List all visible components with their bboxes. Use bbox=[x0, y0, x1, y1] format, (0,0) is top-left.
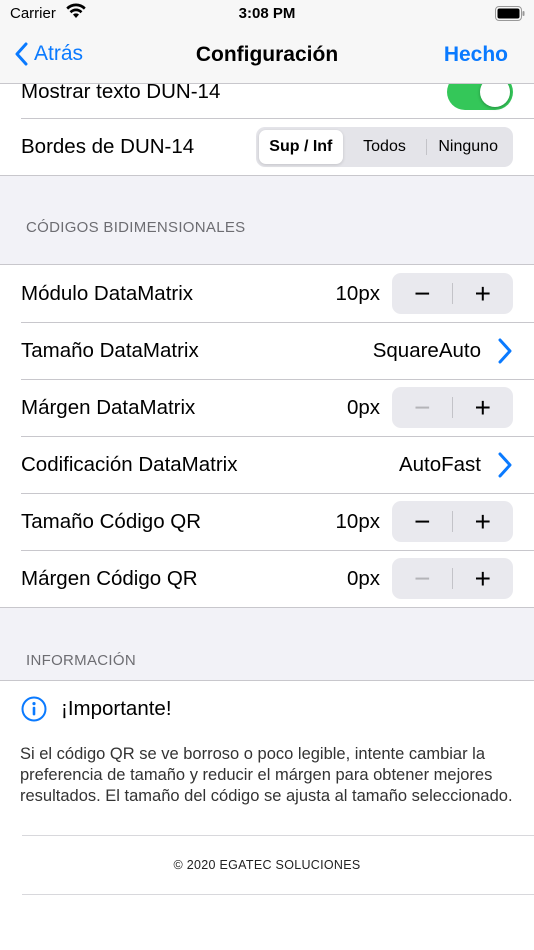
dm-module-stepper[interactable]: − + bbox=[392, 273, 513, 314]
increment-button[interactable]: + bbox=[453, 558, 514, 599]
increment-button[interactable]: + bbox=[453, 501, 514, 542]
qr-margin-stepper[interactable]: − + bbox=[392, 558, 513, 599]
decrement-button[interactable]: − bbox=[392, 273, 453, 314]
section-header-info: INFORMACIÓN bbox=[26, 652, 136, 669]
decrement-button[interactable]: − bbox=[392, 558, 453, 599]
battery-icon bbox=[495, 6, 525, 21]
dm-margin-value: 0px bbox=[346, 395, 380, 419]
stepper-divider bbox=[452, 568, 453, 589]
dm-module-row: Módulo DataMatrix 10px − + bbox=[0, 265, 534, 322]
navigation-bar: Atrás Configuración Hecho bbox=[0, 30, 534, 84]
dun14-borders-segmented-control[interactable]: Sup / Inf Todos Ninguno bbox=[256, 126, 513, 167]
dm-size-label: Tamaño DataMatrix bbox=[21, 338, 199, 362]
info-title: ¡Importante! bbox=[61, 696, 172, 720]
dm-encoding-row[interactable]: Codificación DataMatrix AutoFast bbox=[0, 436, 534, 493]
dm-module-value: 10px bbox=[335, 281, 380, 305]
qr-size-value: 10px bbox=[335, 509, 380, 533]
segment-sup-inf[interactable]: Sup / Inf bbox=[259, 129, 343, 164]
status-time: 3:08 PM bbox=[238, 5, 296, 22]
dm-margin-stepper[interactable]: − + bbox=[392, 387, 513, 428]
increment-button[interactable]: + bbox=[453, 273, 514, 314]
dm-module-label: Módulo DataMatrix bbox=[21, 281, 194, 305]
info-group: ¡Importante! Si el código QR se ve borro… bbox=[0, 680, 534, 950]
show-dun14-text-row: Mostrar texto DUN-14 bbox=[0, 84, 534, 118]
decrement-button[interactable]: − bbox=[392, 501, 453, 542]
qr-margin-value: 0px bbox=[346, 566, 380, 590]
qr-size-label: Tamaño Código QR bbox=[21, 509, 202, 533]
copyright-footer: © 2020 EGATEC SOLUCIONES bbox=[0, 836, 534, 894]
qr-margin-label: Márgen Código QR bbox=[21, 566, 198, 590]
section-header-2d-codes: CÓDIGOS BIDIMENSIONALES bbox=[26, 219, 246, 236]
dm-size-row[interactable]: Tamaño DataMatrix SquareAuto bbox=[0, 322, 534, 379]
done-button[interactable]: Hecho bbox=[444, 43, 508, 67]
dun14-borders-label: Bordes de DUN-14 bbox=[21, 134, 195, 158]
info-body-text: Si el código QR se ve borroso o poco leg… bbox=[20, 745, 513, 805]
dm-encoding-label: Codificación DataMatrix bbox=[21, 452, 238, 476]
chevron-right-icon bbox=[498, 452, 512, 477]
show-dun14-text-label: Mostrar texto DUN-14 bbox=[21, 84, 221, 103]
info-circle-icon bbox=[21, 696, 47, 721]
bottom-spacer bbox=[0, 895, 534, 950]
stepper-divider bbox=[452, 397, 453, 418]
dun14-group: Mostrar texto DUN-14 Bordes de DUN-14 Su… bbox=[0, 84, 534, 176]
dun14-borders-row: Bordes de DUN-14 Sup / Inf Todos Ninguno bbox=[0, 118, 534, 175]
dm-encoding-value: AutoFast bbox=[398, 452, 481, 476]
qr-margin-row: Márgen Código QR 0px − + bbox=[0, 550, 534, 607]
info-title-row: ¡Importante! bbox=[0, 681, 534, 736]
qr-size-row: Tamaño Código QR 10px − + bbox=[0, 493, 534, 550]
decrement-button[interactable]: − bbox=[392, 387, 453, 428]
qr-size-stepper[interactable]: − + bbox=[392, 501, 513, 542]
segment-ninguno[interactable]: Ninguno bbox=[426, 130, 510, 164]
dm-margin-row: Márgen DataMatrix 0px − + bbox=[0, 379, 534, 436]
stepper-divider bbox=[452, 283, 453, 304]
dm-margin-label: Márgen DataMatrix bbox=[21, 395, 196, 419]
show-dun14-text-toggle[interactable] bbox=[447, 84, 513, 110]
stepper-divider bbox=[452, 511, 453, 532]
toggle-knob bbox=[480, 84, 510, 107]
chevron-right-icon bbox=[498, 338, 512, 363]
segment-todos[interactable]: Todos bbox=[343, 130, 427, 164]
increment-button[interactable]: + bbox=[453, 387, 514, 428]
two-d-codes-group: Módulo DataMatrix 10px − + Tamaño DataMa… bbox=[0, 264, 534, 608]
status-bar: Carrier 3:08 PM bbox=[0, 0, 534, 30]
settings-list[interactable]: Mostrar texto DUN-14 Bordes de DUN-14 Su… bbox=[0, 84, 534, 950]
dm-size-value: SquareAuto bbox=[372, 338, 481, 362]
